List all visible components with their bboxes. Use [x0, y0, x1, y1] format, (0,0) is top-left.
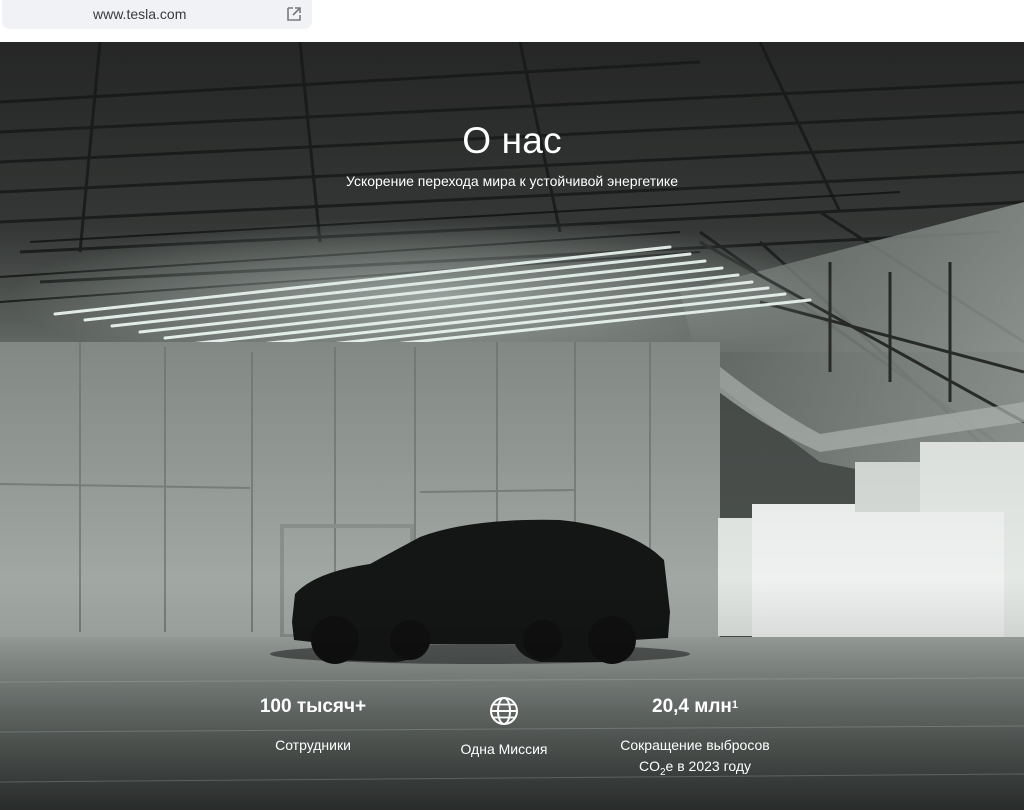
stat-employees: 100 тысяч+ Сотрудники [203, 694, 423, 756]
page-title: О нас [462, 120, 562, 161]
stat-emissions-co: CO [638, 758, 660, 774]
stat-employees-label: Сотрудники [275, 737, 351, 753]
globe-icon [490, 697, 518, 725]
open-external-icon[interactable] [285, 5, 303, 23]
stat-emissions: 20,4 млн1 Сокращение выбросов CO2е в 202… [585, 694, 805, 783]
stat-employees-value: 100 тысяч+ [259, 696, 367, 717]
stat-emissions-label: Сокращение выбросов CO2е в 2023 году [585, 735, 805, 783]
stat-emissions-label-line2: е в 2023 году [665, 758, 752, 774]
stat-mission: Одна Миссия [394, 694, 614, 760]
url-text[interactable]: www.tesla.com [93, 6, 186, 22]
browser-top-strip: www.tesla.com [0, 0, 1024, 42]
about-hero: О нас Ускорение перехода мира к устойчив… [0, 42, 1024, 810]
stat-emissions-value: 20,4 млн1 [585, 694, 805, 720]
stat-emissions-footnote[interactable]: 1 [732, 699, 738, 711]
stat-emissions-number: 20,4 млн [652, 696, 732, 717]
stat-emissions-label-line1: Сокращение выбросов [620, 737, 770, 753]
url-bar[interactable]: www.tesla.com [2, 0, 312, 29]
stat-mission-label: Одна Миссия [460, 741, 548, 757]
page-subtitle: Ускорение перехода мира к устойчивой эне… [345, 173, 678, 189]
